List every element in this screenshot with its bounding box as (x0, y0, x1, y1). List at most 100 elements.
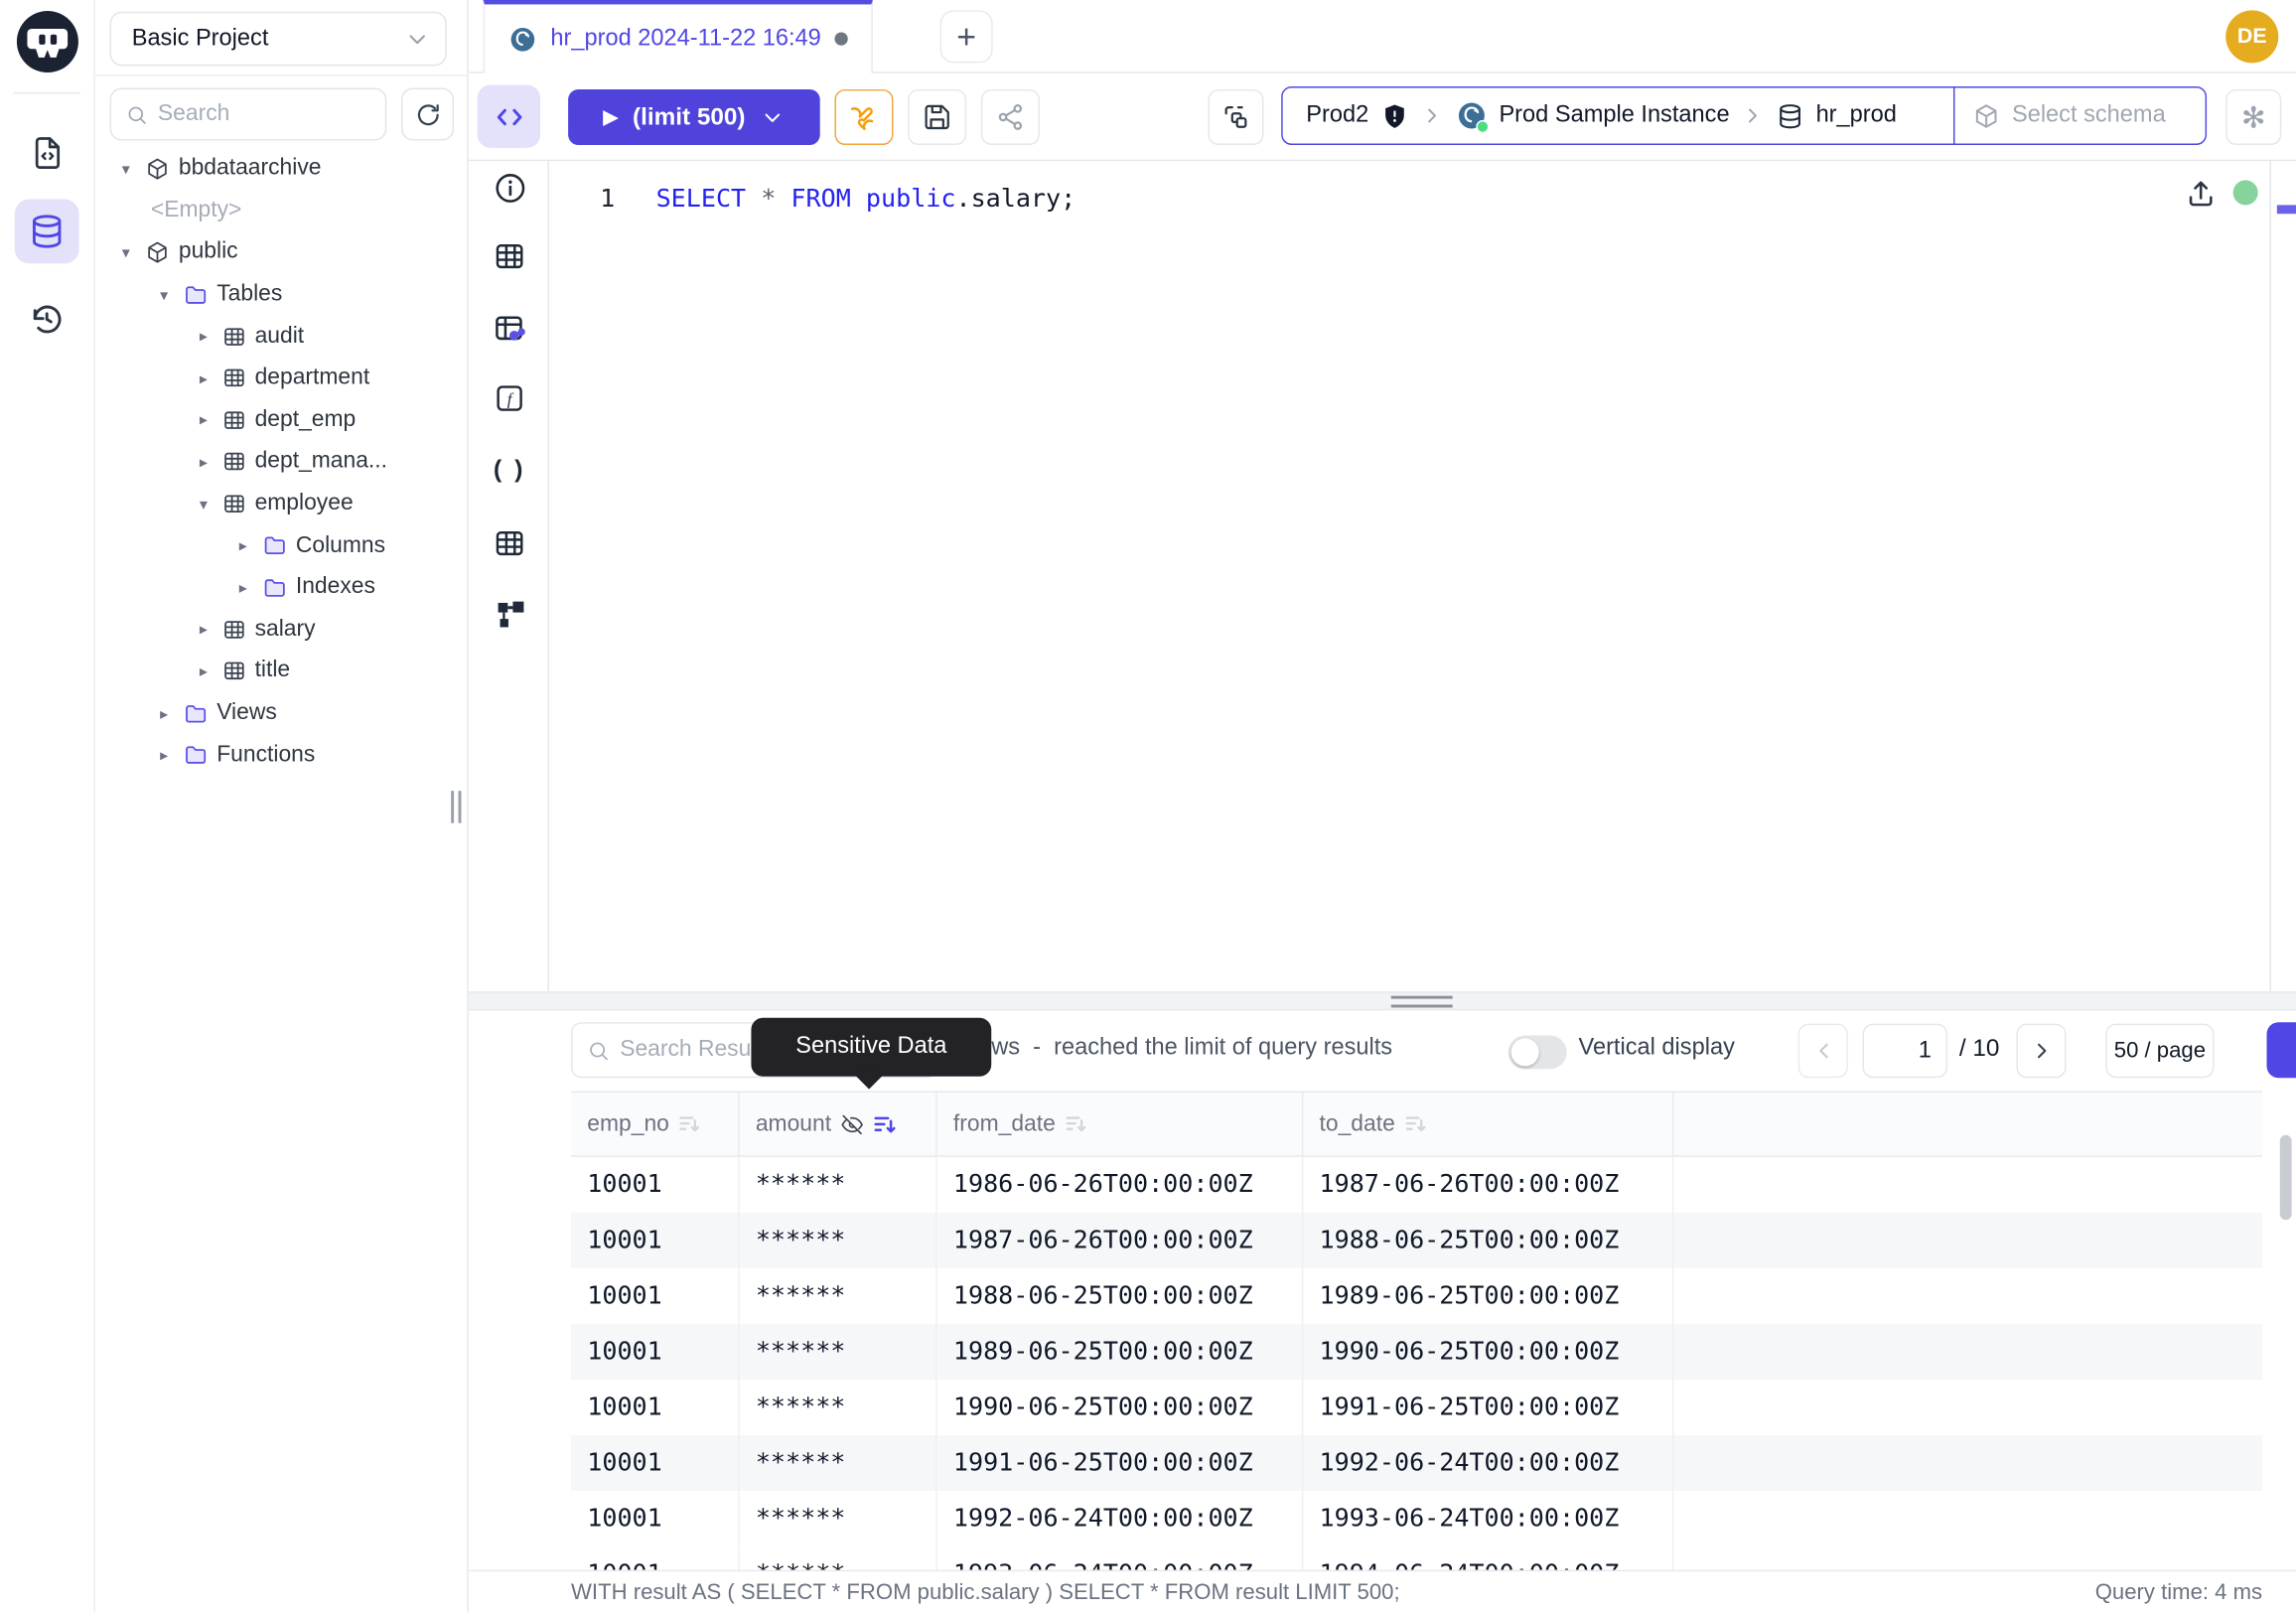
editor-scrollbar[interactable] (2269, 161, 2296, 991)
prev-page-button[interactable] (1798, 1024, 1848, 1079)
caret-right-icon[interactable]: ▸ (194, 661, 215, 680)
bytebase-logo[interactable] (15, 9, 80, 74)
sidebar-search-input[interactable] (158, 101, 370, 128)
tree-item-tables[interactable]: ▾ Tables (95, 273, 468, 315)
cell[interactable]: 1993-06-24T00:00:00Z (937, 1546, 1304, 1570)
cell[interactable]: 1990-06-25T00:00:00Z (1303, 1324, 1673, 1380)
caret-right-icon[interactable]: ▸ (232, 536, 253, 555)
tree-item-public[interactable]: ▾ public (95, 231, 468, 273)
export-button-edge[interactable] (2267, 1022, 2296, 1078)
caret-right-icon[interactable]: ▸ (194, 327, 215, 346)
worksheet-nav-icon[interactable] (15, 120, 79, 185)
caret-right-icon[interactable]: ▸ (194, 410, 215, 429)
new-tab-button[interactable]: + (940, 10, 993, 63)
functions-panel-icon[interactable]: f (491, 379, 528, 417)
cell[interactable]: 10001 (571, 1491, 740, 1546)
cell[interactable]: 1988-06-25T00:00:00Z (937, 1268, 1304, 1324)
tree-item-dept-manager[interactable]: ▸ dept_mana... (95, 441, 468, 483)
page-number-input[interactable] (1863, 1024, 1948, 1079)
tree-item-dept-emp[interactable]: ▸ dept_emp (95, 399, 468, 441)
cell[interactable]: 1989-06-25T00:00:00Z (937, 1324, 1304, 1380)
run-query-button[interactable]: ▶ (limit 500) (568, 89, 820, 145)
cell[interactable]: 1989-06-25T00:00:00Z (1303, 1268, 1673, 1324)
sort-icon[interactable] (1065, 1113, 1086, 1135)
caret-right-icon[interactable]: ▸ (194, 368, 215, 387)
column-header-amount[interactable]: amount (740, 1093, 937, 1155)
caret-right-icon[interactable]: ▸ (232, 578, 253, 597)
schema-select[interactable]: Select schema (1953, 87, 2206, 143)
batch-query-button[interactable] (1208, 89, 1263, 145)
code-line-1[interactable]: 1 SELECT * FROM public.salary; (469, 185, 2296, 214)
code-panel-button[interactable] (478, 85, 540, 148)
caret-right-icon[interactable]: ▸ (154, 746, 175, 765)
connection-context[interactable]: Prod2 Prod Sample Instance hr_prod (1283, 87, 1953, 143)
cell[interactable]: 10001 (571, 1546, 740, 1570)
cell[interactable]: 1991-06-25T00:00:00Z (1303, 1380, 1673, 1435)
tree-item-employee[interactable]: ▾ employee (95, 483, 468, 524)
parameters-panel-icon[interactable]: ( ) (491, 451, 528, 489)
ai-assistant-button[interactable]: ✻ (2225, 89, 2281, 145)
tree-item-indexes[interactable]: ▸ Indexes (95, 567, 468, 609)
cell[interactable]: 1993-06-24T00:00:00Z (1303, 1491, 1673, 1546)
column-header-from-date[interactable]: from_date (937, 1093, 1304, 1155)
cell-masked[interactable]: ****** (740, 1268, 937, 1324)
results-scrollbar-thumb[interactable] (2280, 1135, 2292, 1221)
tree-item-salary[interactable]: ▸ salary (95, 609, 468, 651)
history-nav-icon[interactable] (15, 287, 79, 352)
cell-masked[interactable]: ****** (740, 1380, 937, 1435)
upload-sql-button[interactable] (2185, 177, 2217, 209)
cell[interactable]: 10001 (571, 1157, 740, 1213)
tree-item-columns[interactable]: ▸ Columns (95, 524, 468, 566)
cell[interactable]: 1987-06-26T00:00:00Z (1303, 1157, 1673, 1213)
column-header-to-date[interactable]: to_date (1303, 1093, 1673, 1155)
tree-item-bbdataarchive[interactable]: ▾ bbdataarchive (95, 148, 468, 190)
cell-masked[interactable]: ****** (740, 1213, 937, 1268)
tree-item-audit[interactable]: ▸ audit (95, 316, 468, 358)
tree-item-department[interactable]: ▸ department (95, 358, 468, 399)
vertical-display-toggle[interactable] (1508, 1035, 1567, 1069)
caret-right-icon[interactable]: ▸ (194, 620, 215, 639)
database-nav-icon[interactable] (15, 200, 79, 264)
sort-icon[interactable] (1404, 1113, 1426, 1135)
cell[interactable]: 1992-06-24T00:00:00Z (937, 1491, 1304, 1546)
share-button[interactable] (981, 89, 1040, 145)
caret-right-icon[interactable]: ▸ (154, 704, 175, 723)
cell-masked[interactable]: ****** (740, 1546, 937, 1570)
cell[interactable]: 10001 (571, 1435, 740, 1491)
cell[interactable]: 1991-06-25T00:00:00Z (937, 1435, 1304, 1491)
cell[interactable]: 10001 (571, 1380, 740, 1435)
save-button[interactable] (908, 89, 966, 145)
sort-icon[interactable] (678, 1113, 700, 1135)
cell-masked[interactable]: ****** (740, 1491, 937, 1546)
page-size-select[interactable]: 50 / page (2105, 1024, 2214, 1079)
cell[interactable]: 1990-06-25T00:00:00Z (937, 1380, 1304, 1435)
cell[interactable]: 1994-06-24T00:00:00Z (1303, 1546, 1673, 1570)
caret-down-icon[interactable]: ▾ (115, 243, 136, 262)
sidebar-search[interactable] (110, 87, 387, 140)
project-select[interactable]: Basic Project (110, 12, 447, 67)
cell[interactable]: 1987-06-26T00:00:00Z (937, 1213, 1304, 1268)
caret-down-icon[interactable]: ▾ (115, 159, 136, 178)
column-header-emp-no[interactable]: emp_no (571, 1093, 740, 1155)
caret-right-icon[interactable]: ▸ (194, 453, 215, 472)
schema-diagram-panel-icon[interactable] (491, 595, 528, 633)
cell-masked[interactable]: ****** (740, 1157, 937, 1213)
table-detail-panel-icon[interactable] (491, 524, 528, 562)
cell[interactable]: 1992-06-24T00:00:00Z (1303, 1435, 1673, 1491)
cell-masked[interactable]: ****** (740, 1324, 937, 1380)
sensitive-tables-panel-icon[interactable] (491, 309, 528, 347)
user-avatar[interactable]: DE (2225, 10, 2278, 63)
tree-item-title[interactable]: ▸ title (95, 651, 468, 692)
cell[interactable]: 10001 (571, 1324, 740, 1380)
tables-panel-icon[interactable] (491, 237, 528, 275)
sidebar-resize-handle[interactable] (451, 791, 466, 822)
tree-item-functions[interactable]: ▸ Functions (95, 734, 468, 776)
cell[interactable]: 1986-06-26T00:00:00Z (937, 1157, 1304, 1213)
format-settings-button[interactable] (834, 89, 893, 145)
tab-hr-prod[interactable]: hr_prod 2024-11-22 16:49 (484, 0, 873, 73)
cell[interactable]: 10001 (571, 1268, 740, 1324)
caret-down-icon[interactable]: ▾ (194, 495, 215, 513)
cell[interactable]: 10001 (571, 1213, 740, 1268)
sort-icon-active[interactable] (872, 1112, 896, 1136)
tree-item-views[interactable]: ▸ Views (95, 692, 468, 734)
